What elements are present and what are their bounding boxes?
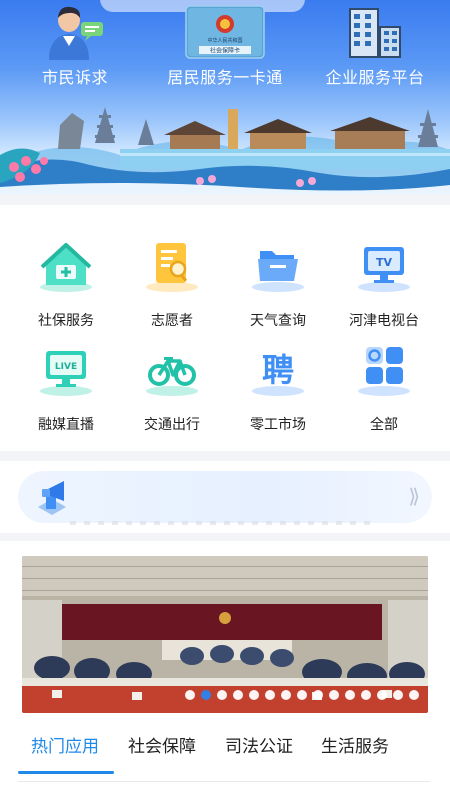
carousel-dot[interactable]: [265, 690, 275, 700]
category-tabs: 热门应用 社会保障 司法公证 生活服务: [0, 713, 450, 800]
carousel-dot[interactable]: [361, 690, 371, 700]
tab-popular-apps[interactable]: 热门应用: [31, 732, 99, 757]
tab-judicial-notary[interactable]: 司法公证: [225, 732, 293, 757]
quick-link-label: 市民诉求: [41, 68, 108, 87]
carousel-dot[interactable]: [233, 690, 243, 700]
carousel-dot[interactable]: [249, 690, 259, 700]
carousel-dot[interactable]: [393, 690, 403, 700]
carousel-dot[interactable]: [409, 690, 419, 700]
service-label: 融媒直播: [38, 417, 94, 433]
service-weather[interactable]: 天气查询: [222, 219, 334, 329]
carousel-pagination: [185, 690, 419, 700]
quick-link-enterprise-platform[interactable]: 企业服务平台: [300, 0, 450, 100]
carousel-dot[interactable]: [345, 690, 355, 700]
bicycle-icon: [146, 357, 198, 396]
active-tab-indicator: [18, 771, 114, 774]
quick-link-resident-card[interactable]: 中华人民共和国 社会保障卡 居民服务一卡通: [150, 0, 300, 100]
carousel-dot[interactable]: [201, 690, 211, 700]
carousel-dot[interactable]: [281, 690, 291, 700]
service-media-live[interactable]: LIVE 融媒直播: [10, 323, 122, 433]
city-skyline-illustration: [0, 107, 450, 195]
service-volunteer[interactable]: 志愿者: [116, 219, 228, 329]
folder-icon: [252, 251, 304, 292]
service-label: 全部: [370, 417, 398, 433]
megaphone-icon: [38, 481, 66, 515]
carousel-dot[interactable]: [329, 690, 339, 700]
service-gig-market[interactable]: 聘 零工市场: [222, 323, 334, 433]
svg-text:中华人民共和国: 中华人民共和国: [207, 37, 242, 44]
quick-link-citizen-appeal[interactable]: 市民诉求: [0, 0, 150, 100]
carousel-dot[interactable]: [217, 690, 227, 700]
quick-link-label: 企业服务平台: [325, 68, 425, 87]
hero-banner: 市民诉求 中华人民共和国 社会保障卡 居民服务一卡通 企业服务平台: [0, 0, 450, 195]
tabs-divider: [18, 781, 430, 782]
carousel-dot[interactable]: [377, 690, 387, 700]
tv-icon: TV: [358, 247, 410, 292]
tab-life-services[interactable]: 生活服务: [321, 732, 389, 757]
service-transport[interactable]: 交通出行: [116, 323, 228, 433]
office-building-icon: [349, 8, 401, 58]
svg-text:聘: 聘: [262, 351, 294, 389]
news-carousel[interactable]: [0, 541, 450, 713]
live-screen-icon: LIVE: [40, 351, 92, 396]
volunteer-document-icon: [146, 243, 198, 292]
citizen-chat-icon: [49, 6, 103, 60]
app-home: 市民诉求 中华人民共和国 社会保障卡 居民服务一卡通 企业服务平台 社保服务 志…: [0, 0, 450, 800]
service-grid: 社保服务 志愿者 天气查询 TV 河津电视台 LIVE 融媒直播 交通出行 聘 …: [0, 205, 450, 451]
tab-social-security[interactable]: 社会保障: [128, 732, 196, 757]
service-hejin-tv[interactable]: TV 河津电视台: [328, 219, 440, 329]
svg-text:社会保障卡: 社会保障卡: [210, 47, 240, 55]
svg-text:LIVE: LIVE: [55, 362, 77, 372]
service-label: 零工市场: [250, 417, 306, 433]
all-apps-icon: [358, 347, 410, 396]
quick-link-label: 居民服务一卡通: [167, 68, 283, 87]
social-security-card-icon: 中华人民共和国 社会保障卡: [185, 5, 265, 59]
notice-ticker: [70, 521, 370, 525]
carousel-dot[interactable]: [185, 690, 195, 700]
service-social-security[interactable]: 社保服务: [10, 219, 122, 329]
double-chevron-right-icon[interactable]: ⟩⟩: [408, 484, 419, 508]
carousel-dot[interactable]: [297, 690, 307, 700]
svg-text:TV: TV: [376, 256, 393, 269]
carousel-dot[interactable]: [313, 690, 323, 700]
notice-bar[interactable]: ⟩⟩: [18, 471, 432, 523]
notice-section: ⟩⟩: [0, 461, 450, 533]
service-label: 交通出行: [144, 417, 200, 433]
house-plus-icon: [40, 243, 92, 292]
hiring-icon: 聘: [252, 351, 304, 396]
service-all[interactable]: 全部: [328, 323, 440, 433]
